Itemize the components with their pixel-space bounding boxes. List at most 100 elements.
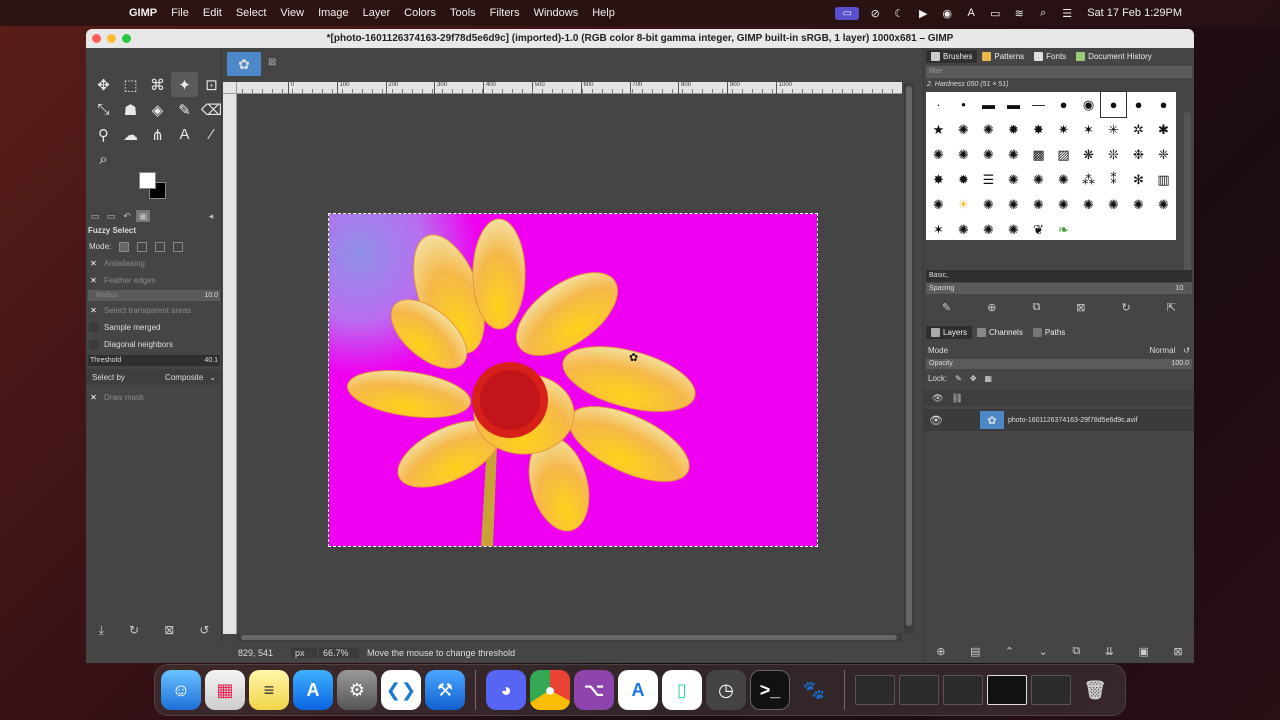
brush-preset-icon[interactable]: ✹ — [951, 167, 976, 192]
brush-preset-icon[interactable]: ✶ — [1076, 117, 1101, 142]
dock-minimized-window-5[interactable] — [1031, 675, 1071, 705]
brush-preset-icon[interactable]: ✺ — [976, 117, 1001, 142]
delete-layer-icon[interactable]: ⊠ — [1173, 645, 1182, 658]
brush-preset-icon[interactable]: ✺ — [1076, 192, 1101, 217]
color-picker-tool-icon[interactable]: ⁄ — [198, 122, 225, 147]
fuzzy-select-tool-icon[interactable]: ✦ — [171, 72, 198, 97]
menubar-clock[interactable]: Sat 17 Feb 1:29PM — [1079, 7, 1280, 19]
brush-preset-icon[interactable]: — — [1026, 92, 1051, 117]
unified-transform-tool-icon[interactable]: ⤡ — [90, 97, 117, 122]
brush-preset-icon[interactable]: ▬ — [1001, 92, 1026, 117]
brush-filter-input[interactable]: filter — [926, 66, 1192, 78]
menu-help[interactable]: Help — [585, 7, 622, 19]
dock-xcode-icon[interactable]: ⚒ — [425, 670, 465, 710]
duplicate-brush-icon[interactable]: ⧉ — [1032, 301, 1040, 314]
tab-patterns[interactable]: Patterns — [977, 50, 1029, 63]
new-layer-group-icon[interactable]: ▤ — [970, 645, 980, 658]
paths-tool-icon[interactable]: ⋔ — [144, 122, 171, 147]
brush-preset-icon[interactable]: ❦ — [1026, 217, 1051, 242]
reset-mode-icon[interactable]: ↺ — [1183, 346, 1190, 355]
brush-preset-icon[interactable]: ✺ — [976, 142, 1001, 167]
brush-preset-icon[interactable]: ✺ — [951, 142, 976, 167]
play-icon[interactable]: ▶ — [911, 7, 935, 20]
sample-merged-row[interactable]: Sample merged — [86, 319, 222, 336]
dock-discord-icon[interactable]: ◕ — [486, 670, 526, 710]
menu-edit[interactable]: Edit — [196, 7, 229, 19]
brush-preset-icon[interactable]: ✺ — [1001, 192, 1026, 217]
brush-preset-icon[interactable]: ✺ — [926, 142, 951, 167]
brush-preset-icon[interactable]: ✺ — [1001, 217, 1026, 242]
new-layer-icon[interactable]: ⊕ — [936, 645, 945, 658]
select-transparent-checkbox[interactable]: ✕ — [89, 306, 98, 315]
lower-layer-icon[interactable]: ⌄ — [1039, 645, 1048, 658]
brush-preset-icon[interactable]: ● — [1100, 91, 1127, 118]
dock-minimized-window-2[interactable] — [899, 675, 939, 705]
radius-value[interactable]: 10.0 — [204, 292, 218, 299]
brush-preset-icon[interactable]: ❈ — [1151, 142, 1176, 167]
brush-preset-icon[interactable]: ✳ — [1101, 117, 1126, 142]
brush-preset-icon[interactable]: ✺ — [1051, 192, 1076, 217]
raise-layer-icon[interactable]: ⌃ — [1005, 645, 1014, 658]
brush-preset-icon[interactable]: ✺ — [976, 217, 1001, 242]
text-input-A-icon[interactable]: A — [959, 7, 983, 19]
zoom-tool-icon[interactable]: ⌕ — [90, 147, 117, 172]
brush-preset-icon[interactable]: ✻ — [1126, 167, 1151, 192]
dock-launchpad-icon[interactable]: ▦ — [205, 670, 245, 710]
zoom-selector[interactable]: 66.7% — [319, 648, 359, 658]
brush-preset-icon[interactable]: • — [951, 92, 976, 117]
undo-history-tab-icon[interactable]: ↶ — [120, 210, 134, 222]
brush-preset-icon[interactable]: ✺ — [1001, 142, 1026, 167]
feather-edges-row[interactable]: ✕ Feather edges — [86, 272, 222, 289]
menu-windows[interactable]: Windows — [527, 7, 586, 19]
ruler-corner[interactable] — [223, 82, 237, 94]
layer-row[interactable]: 👁 ✿ photo-1601126374163-29f78d5e6d9c.avi… — [924, 409, 1194, 431]
brush-preset-icon[interactable]: ✺ — [1026, 192, 1051, 217]
brush-scrollbar[interactable] — [1184, 112, 1191, 292]
horizontal-scrollbar[interactable] — [237, 634, 902, 642]
threshold-value[interactable]: 40.1 — [204, 357, 218, 364]
delete-brush-icon[interactable]: ⊠ — [1076, 301, 1085, 314]
brush-preset-icon[interactable]: ▬ — [976, 92, 1001, 117]
menu-select[interactable]: Select — [229, 7, 274, 19]
brush-preset-icon[interactable]: ✺ — [926, 192, 951, 217]
layer-mask-icon[interactable]: ▣ — [1138, 645, 1148, 658]
brush-preset-dropdown[interactable]: Basic, — [926, 270, 1192, 282]
brush-preset-icon[interactable]: ✱ — [1151, 117, 1176, 142]
brush-preset-icon[interactable]: ✺ — [951, 117, 976, 142]
dock-finder-icon[interactable]: ☺ — [161, 670, 201, 710]
screen-share-icon[interactable]: ▭ — [835, 6, 860, 20]
crop-tool-icon[interactable]: ⊡ — [198, 72, 225, 97]
dock-trash-icon[interactable]: 🗑 — [1075, 670, 1115, 710]
radius-slider[interactable]: Radius 10.0 — [88, 290, 220, 301]
draw-mask-row[interactable]: ✕ Draw mask — [86, 389, 222, 406]
dock-android-studio-icon[interactable]: ▯ — [662, 670, 702, 710]
tab-paths[interactable]: Paths — [1028, 326, 1070, 339]
dock-apple-configurator-icon[interactable]: A — [618, 670, 658, 710]
smudge-tool-icon[interactable]: ☁ — [117, 122, 144, 147]
layer-name[interactable]: photo-1601126374163-29f78d5e6d9c.avif — [1008, 417, 1137, 424]
layer-visibility-icon[interactable]: 👁 — [924, 414, 948, 427]
brush-preset-icon[interactable]: ✺ — [976, 192, 1001, 217]
tab-channels[interactable]: Channels — [972, 326, 1028, 339]
paintbrush-tool-icon[interactable]: ✎ — [171, 97, 198, 122]
brush-preset-icon[interactable]: ● — [1051, 92, 1076, 117]
brush-preset-icon[interactable]: ✷ — [1051, 117, 1076, 142]
menu-tools[interactable]: Tools — [443, 7, 483, 19]
menu-image[interactable]: Image — [311, 7, 356, 19]
dock-minimized-window-1[interactable] — [855, 675, 895, 705]
battery-icon[interactable]: ▭ — [983, 7, 1007, 20]
tab-fonts[interactable]: Fonts — [1029, 50, 1071, 63]
brush-preset-icon[interactable]: · — [926, 92, 951, 117]
menu-file[interactable]: File — [164, 7, 196, 19]
layer-mode-dropdown[interactable]: Normal — [1150, 346, 1176, 355]
foreground-color-swatch[interactable] — [139, 172, 156, 189]
lock-alpha-icon[interactable]: ▦ — [985, 374, 993, 383]
refresh-brushes-icon[interactable]: ↻ — [1122, 301, 1131, 314]
brush-preset-icon[interactable]: ● — [1151, 92, 1176, 117]
diagonal-neighbors-row[interactable]: Diagonal neighbors — [86, 336, 222, 353]
menu-view[interactable]: View — [273, 7, 311, 19]
search-icon[interactable]: ⌕ — [1031, 7, 1055, 20]
focus-moon-icon[interactable]: ☾ — [887, 7, 911, 20]
wifi-icon[interactable]: ≋ — [1007, 7, 1031, 20]
images-tab-icon[interactable]: ▣ — [136, 210, 150, 222]
